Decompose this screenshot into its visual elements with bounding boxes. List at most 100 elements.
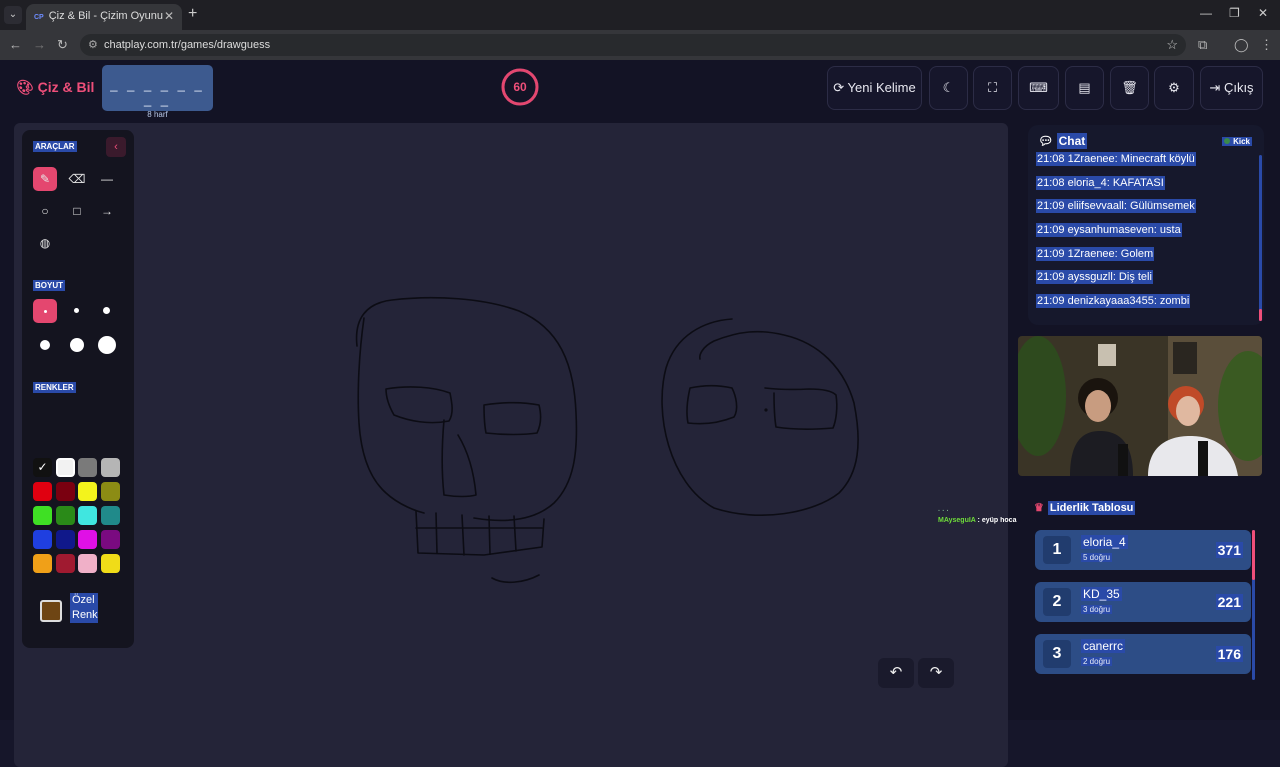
settings-button[interactable]: ⚙ [1154, 66, 1194, 110]
correct-count: 2 doğru [1081, 657, 1113, 666]
menu-kebab-icon[interactable]: ⋮ [1260, 37, 1273, 53]
rank-badge: 2 [1043, 588, 1071, 616]
custom-color-label[interactable]: Özel Renk [70, 593, 98, 623]
color-swatch[interactable] [78, 482, 97, 501]
size-option-3[interactable] [95, 299, 119, 323]
leaderboard-scrollbar[interactable] [1252, 530, 1255, 680]
chat-message: 21:09 eysanhumaseven: usta [1036, 223, 1258, 248]
chat-message: 21:08 eloria_4: KAFATASI [1036, 175, 1258, 201]
redo-button[interactable]: ↷ [918, 658, 954, 688]
chat-scroll-thumb[interactable] [1259, 309, 1262, 321]
url-text: chatplay.com.tr/games/drawguess [104, 39, 271, 51]
color-swatch[interactable] [78, 458, 97, 477]
size-option-1[interactable] [33, 299, 57, 323]
color-swatch[interactable] [55, 530, 75, 549]
browser-tab[interactable]: CP Çiz & Bil - Çizim Oyunu ✕ [26, 4, 182, 30]
color-swatch[interactable] [100, 554, 120, 573]
color-swatch[interactable] [78, 506, 97, 525]
chat-message-text: 21:09 1Zraenee: Golem [1036, 246, 1155, 261]
feed-message: eyüp hoca [981, 517, 1017, 524]
color-swatch[interactable] [33, 482, 52, 501]
player-name: canerrc [1081, 639, 1126, 653]
leaderboard-row: 3 canerrc 2 doğru 176 [1035, 634, 1251, 674]
restore-icon[interactable]: ❐ [1229, 6, 1240, 20]
archive-button[interactable]: ▤ [1065, 66, 1104, 110]
player-score: 221 [1215, 594, 1243, 610]
leaderboard-header: ♛ Liderlik Tablosu [1034, 501, 1136, 515]
site-info-icon[interactable]: ⚙ [88, 38, 98, 51]
rank-badge: 1 [1043, 536, 1071, 564]
color-swatch[interactable] [100, 506, 120, 525]
color-swatch[interactable]: ✓ [33, 458, 52, 477]
exit-button[interactable]: ⇥ Çıkış [1200, 66, 1263, 110]
color-swatch[interactable] [55, 506, 75, 525]
url-field[interactable]: ⚙ chatplay.com.tr/games/drawguess ☆ [80, 34, 1186, 56]
close-window-icon[interactable]: ✕ [1258, 6, 1268, 20]
color-swatch[interactable] [55, 482, 75, 501]
circle-tool[interactable]: ○ [33, 199, 57, 223]
line-tool[interactable]: — [95, 167, 119, 191]
tool-panel: ARAÇLAR ‹ ✎ ⌫ — ○ □ → ◍ BOYUT RENKLER ✓ … [22, 130, 134, 648]
color-swatch[interactable] [33, 554, 52, 573]
player-score: 371 [1215, 542, 1243, 558]
close-tab-icon[interactable]: ✕ [164, 9, 174, 23]
timer-value: 60 [513, 80, 527, 94]
back-icon[interactable]: ← [9, 37, 22, 52]
size-option-4[interactable] [33, 333, 57, 357]
color-swatch[interactable] [100, 530, 120, 549]
size-option-6[interactable] [95, 333, 119, 357]
drawing-canvas[interactable] [14, 123, 1008, 767]
extensions-icon[interactable]: ⧉ [1198, 37, 1207, 53]
keyboard-button[interactable]: ⌨ [1018, 66, 1059, 110]
clear-canvas-button[interactable]: 🗑︎ [1110, 66, 1149, 110]
size-option-2[interactable] [65, 299, 89, 323]
chat-message-text: 21:08 1Zraenee: Minecraft köylü [1036, 152, 1196, 166]
new-word-button[interactable]: ⟳ Yeni Kelime [827, 66, 922, 110]
app-logo[interactable]: 🎨︎ Çiz & Bil [16, 79, 94, 96]
undo-button[interactable]: ↶ [878, 658, 914, 688]
color-swatch[interactable] [100, 458, 120, 477]
arrow-tool[interactable]: → [95, 199, 119, 223]
color-swatch[interactable] [78, 530, 97, 549]
browser-tab-strip: ⌄ CP Çiz & Bil - Çizim Oyunu ✕ + — ❐ ✕ [0, 0, 1280, 30]
arrow-right-icon: → [101, 204, 113, 218]
chat-scrollbar[interactable] [1259, 155, 1262, 321]
tab-search-button[interactable]: ⌄ [4, 6, 22, 24]
size-option-5[interactable] [65, 333, 89, 357]
chat-message: 21:09 1Zraenee: Golem [1036, 246, 1258, 272]
chat-message: 21:09 denizkayaaa3455: zombi [1036, 294, 1258, 319]
favicon-icon: CP [34, 14, 44, 21]
size-dot [70, 338, 84, 352]
new-tab-icon[interactable]: + [188, 5, 197, 23]
fullscreen-button[interactable]: ⛶ [973, 66, 1012, 110]
collapse-panel-button[interactable]: ‹ [106, 137, 126, 157]
color-swatch[interactable] [78, 554, 97, 573]
color-swatch[interactable] [100, 482, 120, 501]
leaderboard-scroll-thumb[interactable] [1252, 530, 1255, 580]
color-swatch[interactable] [55, 554, 75, 573]
custom-color-swatch[interactable] [40, 600, 62, 622]
chat-panel: 💬︎ Chat Kick 21:08 1Zraenee: Minecraft k… [1028, 125, 1264, 325]
undo-icon: ↶ [889, 664, 903, 681]
square-icon: □ [73, 204, 81, 218]
leaderboard-panel: ♛ Liderlik Tablosu 1 eloria_4 5 doğru 371… [1028, 494, 1264, 694]
color-swatch[interactable] [33, 530, 52, 549]
bookmark-star-icon[interactable]: ☆ [1166, 37, 1178, 53]
eraser-tool[interactable]: ⌫ [65, 167, 89, 191]
fill-tool[interactable]: ◍ [33, 231, 57, 255]
platform-name: Kick [1233, 137, 1250, 146]
paint-bucket-icon: ◍ [39, 236, 51, 250]
word-mask: _ _ _ _ _ _ _ _ [110, 77, 205, 107]
color-swatch[interactable] [55, 458, 75, 477]
forward-icon[interactable]: → [33, 37, 46, 52]
reload-icon[interactable]: ↻ [57, 37, 68, 53]
color-swatch[interactable] [33, 506, 52, 525]
rectangle-tool[interactable]: □ [65, 199, 89, 223]
theme-toggle-button[interactable]: ☾ [929, 66, 968, 110]
eraser-icon: ⌫ [68, 172, 86, 186]
logo-text: Çiz & Bil [37, 79, 95, 95]
chat-message: 21:08 1Zraenee: Minecraft köylü [1036, 152, 1258, 177]
brush-tool[interactable]: ✎ [33, 167, 57, 191]
minimize-icon[interactable]: — [1200, 6, 1212, 20]
profile-icon[interactable]: ◯ [1234, 37, 1249, 53]
